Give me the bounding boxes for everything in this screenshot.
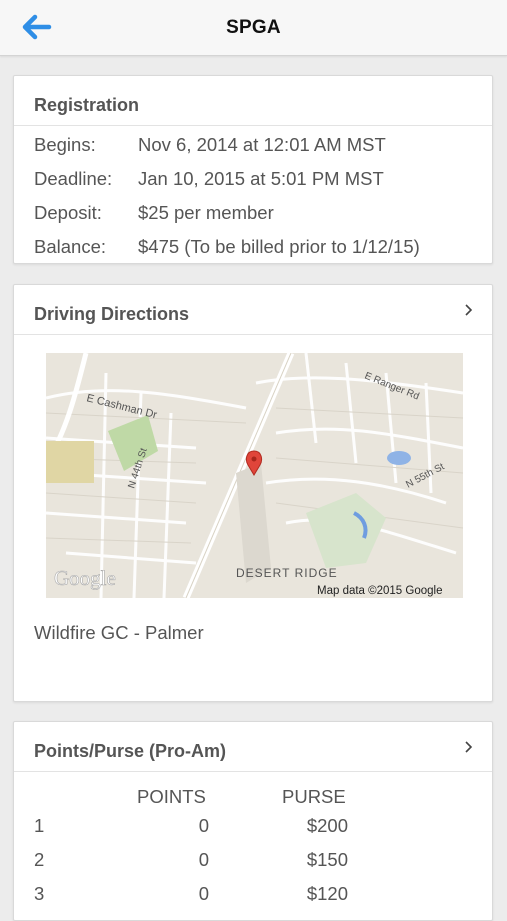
map-thumbnail[interactable]: E Cashman Dr N 44th St E Ranger Rd N 55t… — [46, 353, 463, 598]
purse-cell: $200 — [306, 815, 348, 836]
page-title: SPGA — [226, 17, 281, 38]
chevron-right-icon — [465, 741, 473, 753]
row-value: Nov 6, 2014 at 12:01 AM MST — [138, 134, 386, 155]
registration-header: Registration — [14, 76, 492, 126]
column-header-purse: PURSE — [282, 786, 346, 807]
registration-title: Registration — [34, 95, 140, 115]
row-value: $25 per member — [138, 202, 274, 223]
purse-cell: $120 — [306, 883, 348, 904]
row-value: Jan 10, 2015 at 5:01 PM MST — [138, 168, 384, 189]
row-label: Deadline: — [34, 168, 113, 189]
points-cell: 0 — [198, 883, 209, 904]
row-value: $475 (To be billed prior to 1/12/15) — [138, 236, 420, 257]
directions-header[interactable]: Driving Directions — [14, 285, 492, 335]
directions-title: Driving Directions — [34, 304, 190, 324]
row-label: Begins: — [34, 134, 96, 155]
map-label-desert-ridge: DESERT RIDGE — [236, 566, 338, 580]
map-attribution: Map data ©2015 Google — [317, 585, 442, 597]
venue-name: Wildfire GC - Palmer — [34, 622, 204, 643]
purse-cell: $150 — [306, 849, 348, 870]
chevron-right-icon — [465, 304, 473, 316]
google-logo: Google — [54, 566, 116, 590]
place-cell: 1 — [34, 815, 45, 836]
points-card[interactable]: Points/Purse (Pro-Am) POINTS PURSE 1 0 $… — [13, 721, 493, 921]
directions-card[interactable]: Driving Directions E Cashman Dr N 44th S… — [13, 284, 493, 702]
place-cell: 3 — [34, 883, 45, 904]
row-label: Balance: — [34, 236, 106, 257]
place-cell: 2 — [34, 849, 45, 870]
top-bar: SPGA — [0, 0, 507, 56]
points-cell: 0 — [198, 815, 209, 836]
points-header[interactable]: Points/Purse (Pro-Am) — [14, 722, 492, 772]
column-header-points: POINTS — [137, 786, 206, 807]
row-label: Deposit: — [34, 202, 102, 223]
registration-card: Registration Begins: Nov 6, 2014 at 12:0… — [13, 75, 493, 264]
points-title: Points/Purse (Pro-Am) — [34, 741, 227, 761]
points-cell: 0 — [198, 849, 209, 870]
map-graphic: E Cashman Dr N 44th St E Ranger Rd N 55t… — [46, 353, 463, 598]
